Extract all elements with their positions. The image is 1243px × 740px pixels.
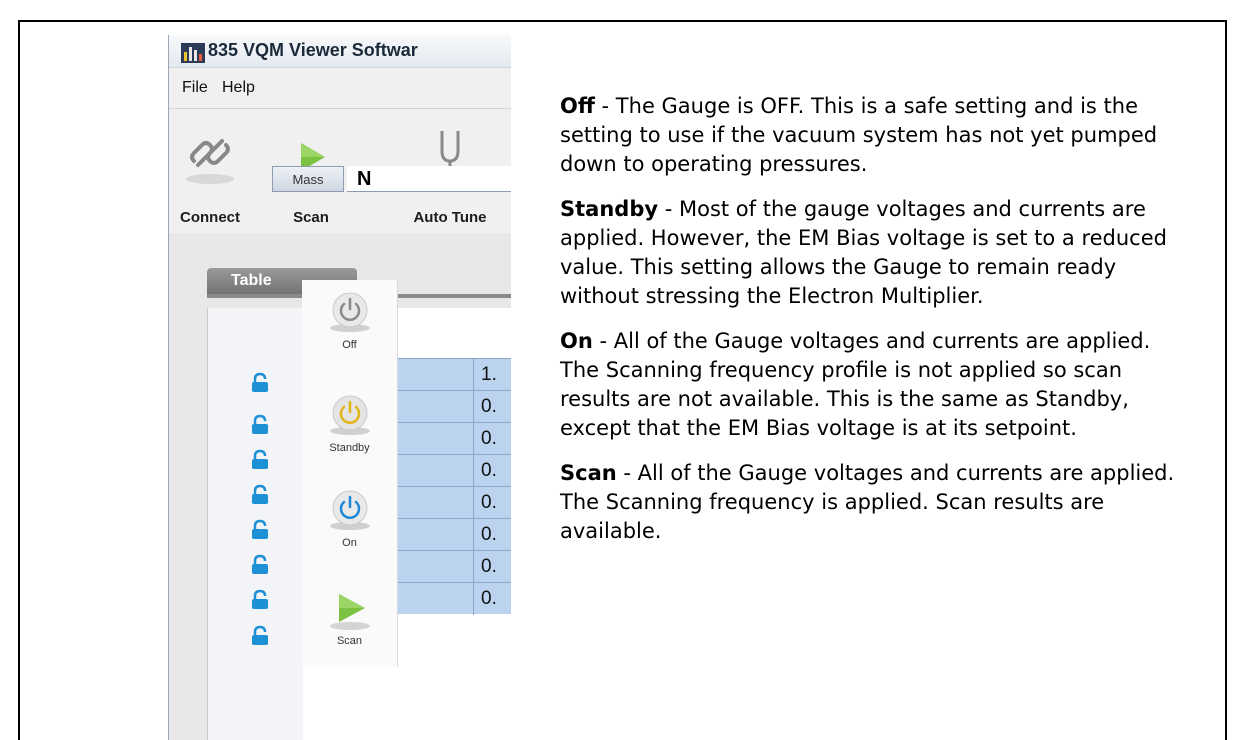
auto-tune-label: Auto Tune: [413, 209, 487, 226]
connect-label: Connect: [180, 209, 240, 226]
lock-icon[interactable]: [249, 414, 271, 436]
column-header-mass[interactable]: Mass: [272, 166, 344, 192]
mode-descriptions: Off - The Gauge is OFF. This is a safe s…: [560, 92, 1190, 562]
lock-icon[interactable]: [249, 372, 271, 394]
menu-help[interactable]: Help: [222, 79, 255, 97]
row-value: 0.: [481, 588, 497, 609]
power-standby-icon: [329, 395, 370, 435]
term-off: Off: [560, 94, 595, 118]
text-off: - The Gauge is OFF. This is a safe setti…: [560, 94, 1158, 176]
row-value: 0.: [481, 396, 497, 417]
term-scan: Scan: [560, 461, 617, 485]
play-icon: [329, 594, 370, 630]
description-scan: Scan - All of the Gauge voltages and cur…: [560, 459, 1190, 546]
power-off-icon: [329, 292, 370, 332]
row-value: 1.: [481, 364, 497, 385]
menu-bar: File Help: [169, 68, 511, 109]
app-icon: [181, 43, 205, 63]
term-on: On: [560, 329, 593, 353]
lock-icon[interactable]: [249, 554, 271, 576]
description-off: Off - The Gauge is OFF. This is a safe s…: [560, 92, 1190, 179]
description-standby: Standby - Most of the gauge voltages and…: [560, 195, 1190, 311]
lock-icon[interactable]: [249, 625, 271, 647]
window-title: 835 VQM Viewer Softwar: [208, 40, 418, 60]
menu-item-off-label: Off: [342, 339, 357, 351]
row-value: 0.: [481, 492, 497, 513]
row-value: 0.: [481, 428, 497, 449]
lock-icon[interactable]: [249, 484, 271, 506]
term-standby: Standby: [560, 197, 659, 221]
menu-item-standby[interactable]: Standby: [302, 393, 397, 454]
lock-icon[interactable]: [249, 589, 271, 611]
menu-item-standby-label: Standby: [329, 442, 370, 454]
lock-icon[interactable]: [249, 449, 271, 471]
menu-item-scan[interactable]: Scan: [302, 586, 397, 647]
power-on-icon: [329, 490, 370, 530]
title-bar: 835 VQM Viewer Softwar: [169, 35, 511, 68]
menu-item-off[interactable]: Off: [302, 290, 397, 351]
menu-item-scan-label: Scan: [336, 635, 363, 647]
menu-file[interactable]: File: [182, 79, 208, 97]
row-value: 0.: [481, 556, 497, 577]
connect-button[interactable]: Connect: [175, 117, 245, 226]
menu-item-on[interactable]: On: [302, 488, 397, 549]
scan-mode-menu: Off Standby On Scan: [302, 280, 398, 667]
row-value: 0.: [481, 524, 497, 545]
text-on: - All of the Gauge voltages and currents…: [560, 329, 1151, 440]
row-value: 0.: [481, 460, 497, 481]
lock-icon[interactable]: [249, 519, 271, 541]
column-header-n[interactable]: N: [347, 166, 511, 192]
menu-item-on-label: On: [342, 537, 357, 549]
scan-toolbar-label: Scan: [293, 209, 329, 226]
link-icon: [186, 139, 234, 184]
description-on: On - All of the Gauge voltages and curre…: [560, 327, 1190, 443]
app-window: 835 VQM Viewer Softwar File Help Connect: [168, 35, 511, 740]
text-scan: - All of the Gauge voltages and currents…: [560, 461, 1175, 543]
